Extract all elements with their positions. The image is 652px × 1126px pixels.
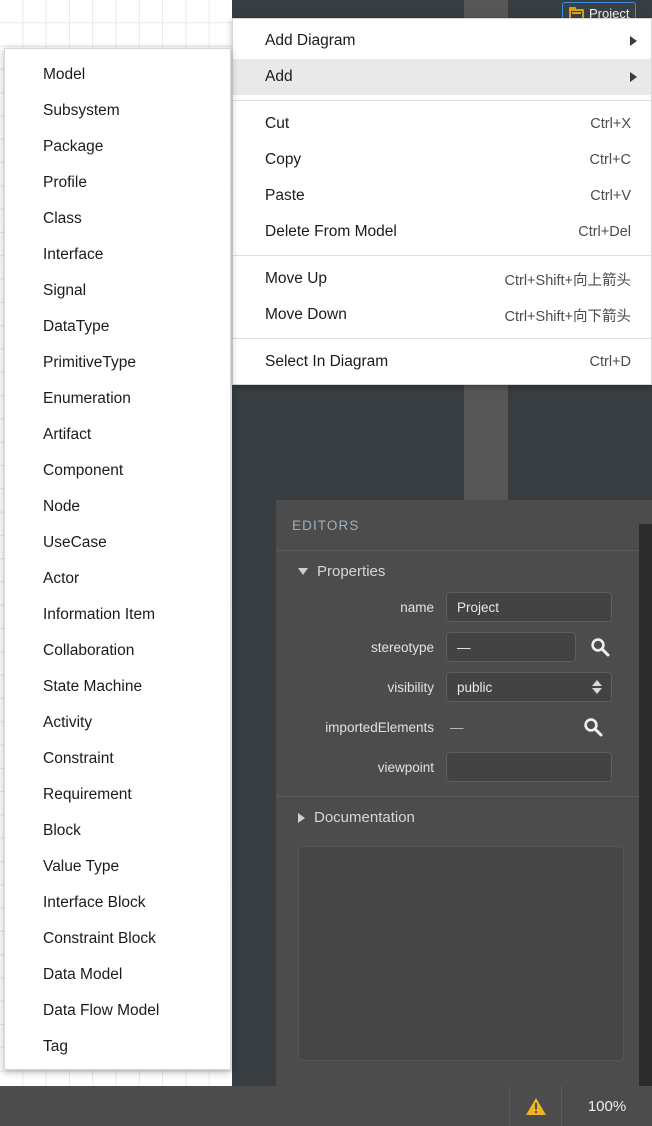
warning-icon bbox=[525, 1096, 547, 1116]
visibility-value: public bbox=[457, 680, 492, 695]
context-menu-separator bbox=[233, 255, 651, 256]
property-row-importedelements: importedElements — bbox=[276, 710, 652, 744]
status-bar: 100% bbox=[0, 1086, 652, 1126]
app-root: Project EDITORS Properties name Project … bbox=[0, 0, 652, 1126]
context-menu-separator bbox=[233, 338, 651, 339]
context-menu-item[interactable]: CopyCtrl+C bbox=[233, 142, 651, 178]
add-submenu-item[interactable]: PrimitiveType bbox=[5, 345, 230, 381]
property-row-name: name Project bbox=[276, 590, 652, 624]
add-submenu-item[interactable]: Data Model bbox=[5, 957, 230, 993]
add-submenu-item[interactable]: Node bbox=[5, 489, 230, 525]
viewpoint-input[interactable] bbox=[446, 752, 612, 782]
add-submenu-item[interactable]: Collaboration bbox=[5, 633, 230, 669]
add-submenu-item[interactable]: Component bbox=[5, 453, 230, 489]
add-submenu-item[interactable]: Tag bbox=[5, 1029, 230, 1065]
add-submenu[interactable]: ModelSubsystemPackageProfileClassInterfa… bbox=[4, 48, 231, 1070]
importedelements-value: — bbox=[446, 720, 464, 735]
editors-panel: EDITORS Properties name Project stereoty… bbox=[276, 500, 652, 1086]
stereotype-input[interactable]: — bbox=[446, 632, 576, 662]
context-menu-item-shortcut: Ctrl+X bbox=[590, 116, 637, 132]
documentation-textarea[interactable] bbox=[298, 846, 624, 1061]
property-row-viewpoint: viewpoint bbox=[276, 750, 652, 784]
property-label: visibility bbox=[276, 680, 446, 695]
add-submenu-item[interactable]: Artifact bbox=[5, 417, 230, 453]
context-menu-item-shortcut: Ctrl+V bbox=[590, 188, 637, 204]
context-menu-item-label: Select In Diagram bbox=[265, 353, 590, 371]
add-submenu-item[interactable]: Signal bbox=[5, 273, 230, 309]
context-menu-item-shortcut: Ctrl+Shift+向下箭头 bbox=[505, 305, 638, 326]
editors-header: EDITORS bbox=[276, 500, 652, 550]
context-menu-item-shortcut: Ctrl+Del bbox=[578, 224, 637, 240]
add-submenu-item[interactable]: Information Item bbox=[5, 597, 230, 633]
status-bar-spacer bbox=[0, 1086, 510, 1126]
triangle-right-icon[interactable] bbox=[298, 813, 305, 823]
context-menu-item[interactable]: Delete From ModelCtrl+Del bbox=[233, 214, 651, 250]
context-menu-item[interactable]: Move UpCtrl+Shift+向上箭头 bbox=[233, 261, 651, 297]
context-menu-item-label: Delete From Model bbox=[265, 223, 578, 241]
add-submenu-item[interactable]: Class bbox=[5, 201, 230, 237]
context-menu[interactable]: Add DiagramAddCutCtrl+XCopyCtrl+CPasteCt… bbox=[232, 18, 652, 385]
property-label: stereotype bbox=[276, 640, 446, 655]
search-icon[interactable] bbox=[582, 716, 604, 738]
context-menu-item[interactable]: Add bbox=[233, 59, 651, 95]
documentation-section-header[interactable]: Documentation bbox=[276, 797, 652, 836]
context-menu-item-label: Paste bbox=[265, 187, 590, 205]
context-menu-item-shortcut: Ctrl+C bbox=[590, 152, 638, 168]
context-menu-item[interactable]: CutCtrl+X bbox=[233, 106, 651, 142]
property-row-visibility: visibility public bbox=[276, 670, 652, 704]
visibility-select[interactable]: public bbox=[446, 672, 612, 702]
add-submenu-item[interactable]: Enumeration bbox=[5, 381, 230, 417]
property-label: importedElements bbox=[276, 720, 446, 735]
triangle-down-icon[interactable] bbox=[298, 568, 308, 575]
name-input[interactable]: Project bbox=[446, 592, 612, 622]
context-menu-item[interactable]: Add Diagram bbox=[233, 23, 651, 59]
properties-rows: name Project stereotype — visibility pub… bbox=[276, 590, 652, 784]
add-submenu-item[interactable]: Constraint bbox=[5, 741, 230, 777]
add-submenu-item[interactable]: Actor bbox=[5, 561, 230, 597]
spinner-icon[interactable] bbox=[592, 679, 603, 695]
context-menu-item[interactable]: PasteCtrl+V bbox=[233, 178, 651, 214]
context-menu-item-shortcut: Ctrl+Shift+向上箭头 bbox=[505, 269, 638, 290]
add-submenu-item[interactable]: Interface bbox=[5, 237, 230, 273]
add-submenu-item[interactable]: Constraint Block bbox=[5, 921, 230, 957]
property-label: viewpoint bbox=[276, 760, 446, 775]
add-submenu-item[interactable]: Data Flow Model bbox=[5, 993, 230, 1029]
context-menu-item-label: Add bbox=[265, 68, 622, 86]
add-submenu-item[interactable]: Subsystem bbox=[5, 93, 230, 129]
add-submenu-item[interactable]: Package bbox=[5, 129, 230, 165]
add-submenu-item[interactable]: Profile bbox=[5, 165, 230, 201]
add-submenu-item[interactable]: Value Type bbox=[5, 849, 230, 885]
property-row-stereotype: stereotype — bbox=[276, 630, 652, 664]
add-submenu-item[interactable]: UseCase bbox=[5, 525, 230, 561]
context-menu-item[interactable]: Select In DiagramCtrl+D bbox=[233, 344, 651, 380]
add-submenu-item[interactable]: Interface Block bbox=[5, 885, 230, 921]
context-menu-item-label: Add Diagram bbox=[265, 32, 622, 50]
context-menu-item-label: Copy bbox=[265, 151, 590, 169]
status-warning-cell[interactable] bbox=[510, 1086, 562, 1126]
documentation-section-title: Documentation bbox=[314, 809, 415, 826]
property-label: name bbox=[276, 600, 446, 615]
context-menu-separator bbox=[233, 100, 651, 101]
add-submenu-item[interactable]: Model bbox=[5, 57, 230, 93]
chevron-right-icon bbox=[630, 36, 637, 46]
properties-section-header[interactable]: Properties bbox=[276, 551, 652, 590]
submenu-scrollbar[interactable] bbox=[223, 50, 229, 1068]
properties-section-title: Properties bbox=[317, 563, 385, 580]
add-submenu-item[interactable]: Activity bbox=[5, 705, 230, 741]
add-submenu-item[interactable]: Block bbox=[5, 813, 230, 849]
context-menu-item[interactable]: Move DownCtrl+Shift+向下箭头 bbox=[233, 297, 651, 333]
zoom-level[interactable]: 100% bbox=[562, 1086, 652, 1126]
context-menu-item-shortcut: Ctrl+D bbox=[590, 354, 638, 370]
search-icon[interactable] bbox=[589, 636, 611, 658]
context-menu-item-label: Cut bbox=[265, 115, 590, 133]
add-submenu-item[interactable]: Requirement bbox=[5, 777, 230, 813]
context-menu-item-label: Move Down bbox=[265, 306, 505, 324]
editors-title: EDITORS bbox=[292, 518, 359, 533]
scrollbar-thumb[interactable] bbox=[639, 524, 652, 774]
add-submenu-item[interactable]: State Machine bbox=[5, 669, 230, 705]
add-submenu-item[interactable]: DataType bbox=[5, 309, 230, 345]
context-menu-item-label: Move Up bbox=[265, 270, 505, 288]
chevron-right-icon bbox=[630, 72, 637, 82]
editors-panel-scrollbar[interactable] bbox=[639, 524, 652, 1086]
